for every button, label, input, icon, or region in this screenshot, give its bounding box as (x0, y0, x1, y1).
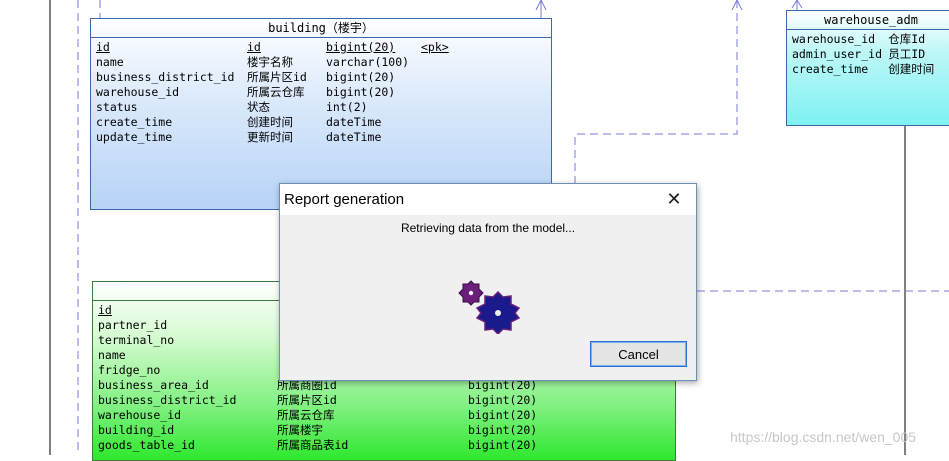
column-code: business_area_id (98, 378, 209, 392)
status-message: Retrieving data from the model... (400, 221, 576, 235)
column-type: bigint(20) (468, 423, 538, 437)
column-code: business_district_id (96, 70, 235, 84)
column-type: varchar(100) (326, 55, 410, 69)
close-icon: ✕ (666, 189, 682, 209)
column-type: bigint(20) (468, 408, 538, 422)
column-name: 所属云仓库 (277, 408, 335, 422)
table-row: update_time 更新时间 dateTime (96, 130, 551, 145)
column-code: name (98, 348, 126, 362)
table-warehouse-admin[interactable]: warehouse_adm warehouse_id 仓库Id admin_us… (786, 10, 949, 126)
column-code: id (96, 40, 110, 54)
column-code: partner_id (98, 318, 168, 332)
table-title: building（楼宇） (91, 19, 551, 38)
column-name: 更新时间 (247, 130, 293, 144)
table-row: admin_user_id 员工ID (792, 47, 949, 62)
column-code: terminal_no (98, 333, 175, 347)
column-name: 所属楼宇 (277, 423, 323, 437)
table-row: warehouse_id 所属云仓库 bigint(20) (98, 408, 675, 423)
column-code: id (98, 303, 112, 317)
table-row: id id bigint(20) <pk> (96, 40, 551, 55)
column-code: building_id (98, 423, 175, 437)
column-code: update_time (96, 130, 173, 144)
column-name: 楼宇名称 (247, 55, 293, 69)
table-row: warehouse_id 所属云仓库 bigint(20) (96, 85, 551, 100)
column-name: 所属云仓库 (247, 85, 305, 99)
column-type: bigint(20) (468, 393, 538, 407)
column-name: 创建时间 (888, 62, 935, 76)
column-name: 状态 (247, 100, 270, 114)
column-type: dateTime (326, 130, 382, 144)
small-gear-icon (458, 280, 484, 306)
table-row: warehouse_id 仓库Id (792, 32, 949, 47)
table-row: building_id 所属楼宇 bigint(20) (98, 423, 675, 438)
column-code: status (96, 100, 138, 114)
column-key: <pk> (421, 40, 449, 54)
column-code: admin_user_id (792, 47, 883, 61)
column-name: 所属商品表id (277, 438, 349, 452)
column-name: 仓库Id (888, 32, 926, 46)
cancel-button[interactable]: Cancel (590, 341, 687, 367)
table-title: warehouse_adm (787, 11, 949, 30)
table-row: business_district_id 所属片区id bigint(20) (98, 393, 675, 408)
column-type: bigint(20) (468, 438, 538, 452)
column-name: 员工ID (888, 47, 926, 61)
column-name: 所属片区id (277, 393, 337, 407)
column-code: warehouse_id (792, 32, 876, 46)
column-type: bigint(20) (326, 40, 396, 54)
table-row: goods_table_id 所属商品表id bigint(20) (98, 438, 675, 453)
column-code: warehouse_id (98, 408, 182, 422)
watermark: https://blog.csdn.net/wen_005 (730, 429, 917, 445)
column-type: bigint(20) (326, 85, 396, 99)
column-name: id (247, 40, 261, 54)
column-code: business_district_id (98, 393, 237, 407)
close-button[interactable]: ✕ (652, 184, 696, 215)
reference-line (574, 0, 738, 183)
column-code: fridge_no (98, 363, 161, 377)
large-gear-icon (475, 290, 521, 336)
table-row: create_time 创建时间 dateTime (96, 115, 551, 130)
table-row: create_time 创建时间 (792, 62, 949, 77)
table-building[interactable]: building（楼宇） id id bigint(20) <pk> name … (90, 18, 552, 210)
column-code: create_time (96, 115, 173, 129)
gears-icon (456, 276, 522, 336)
column-code: create_time (792, 62, 869, 76)
column-type: bigint(20) (326, 70, 396, 84)
report-generation-dialog[interactable]: Report generation ✕ Retrieving data from… (279, 183, 697, 381)
column-type: dateTime (326, 115, 382, 129)
column-code: name (96, 55, 124, 69)
dialog-title-bar[interactable]: Report generation ✕ (280, 184, 696, 215)
column-name: 创建时间 (247, 115, 293, 129)
table-row: status 状态 int(2) (96, 100, 551, 115)
column-code: goods_table_id (98, 438, 195, 452)
table-row: business_district_id 所属片区id bigint(20) (96, 70, 551, 85)
dialog-title: Report generation (284, 191, 405, 208)
column-type: int(2) (326, 100, 368, 114)
table-row: name 楼宇名称 varchar(100) (96, 55, 551, 70)
column-code: warehouse_id (96, 85, 180, 99)
column-name: 所属片区id (247, 70, 307, 84)
